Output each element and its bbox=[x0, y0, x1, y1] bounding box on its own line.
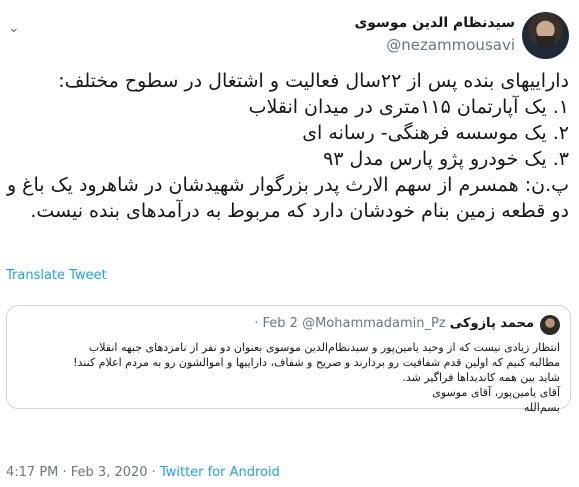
chevron-down-icon[interactable]: ⌄ bbox=[8, 20, 24, 36]
quoted-line: آقای یامین‌پور، آقای موسوی bbox=[432, 386, 560, 399]
quoted-tweet-date: · Feb 2 bbox=[254, 316, 298, 331]
tweet-line: ۳. یک خودرو پژو پارس مدل ۹۳ bbox=[323, 148, 569, 170]
quoted-line: شاید بین همه کاندیداها فراگیر شد. bbox=[402, 371, 560, 384]
author-name[interactable]: سیدنظام الدین موسوی bbox=[354, 15, 515, 31]
author-handle[interactable]: @nezammousavi bbox=[386, 36, 515, 54]
tweet-footer: 4:17 PM · Feb 3, 2020 · Twitter for Andr… bbox=[6, 465, 280, 480]
quoted-line: انتظار زیادی نیست که از وحید یامین‌پور و… bbox=[88, 341, 560, 354]
quoted-author-name: محمد پازوکی bbox=[449, 316, 534, 331]
quoted-author-avatar bbox=[540, 315, 560, 335]
author-avatar[interactable] bbox=[522, 12, 569, 59]
tweet-line: پ.ن: همسرم از سهم الارث پدر بزرگوار شهید… bbox=[6, 174, 569, 196]
tweet-text: داراییهای بنده پس از ۲۲سال فعالیت و اشتغ… bbox=[6, 68, 569, 224]
tweet-line: دو قطعه زمین بنام خودشان دارد که مربوط ب… bbox=[30, 200, 569, 222]
quoted-author-handle: @Mohammadamin_Pz bbox=[302, 316, 446, 331]
tweet-timestamp[interactable]: 4:17 PM · Feb 3, 2020 · bbox=[6, 465, 160, 480]
tweet-line: داراییهای بنده پس از ۲۲سال فعالیت و اشتغ… bbox=[58, 70, 569, 92]
translate-tweet-link[interactable]: Translate Tweet bbox=[6, 268, 107, 283]
tweet-header: سیدنظام الدین موسوی @nezammousavi ⌄ bbox=[0, 8, 579, 59]
quoted-line: مطالبه کنیم که اولین قدم شفافیت رو بردار… bbox=[73, 356, 560, 369]
quoted-line: بسم‌الله bbox=[523, 401, 560, 414]
quoted-tweet[interactable]: محمد پازوکی @Mohammadamin_Pz · Feb 2 انت… bbox=[6, 305, 571, 414]
quoted-tweet-header: محمد پازوکی @Mohammadamin_Pz · Feb 2 bbox=[7, 315, 570, 335]
quoted-tweet-text: انتظار زیادی نیست که از وحید یامین‌پور و… bbox=[17, 340, 560, 415]
tweet-line: ۲. یک موسسه فرهنگی- رسانه ای bbox=[302, 122, 569, 144]
quoted-author-meta: محمد پازوکی @Mohammadamin_Pz · Feb 2 bbox=[254, 316, 534, 331]
tweet-line: ۱. یک آپارتمان ۱۱۵متری در میدان انقلاب bbox=[248, 96, 569, 118]
tweet-source-link[interactable]: Twitter for Android bbox=[160, 465, 280, 480]
